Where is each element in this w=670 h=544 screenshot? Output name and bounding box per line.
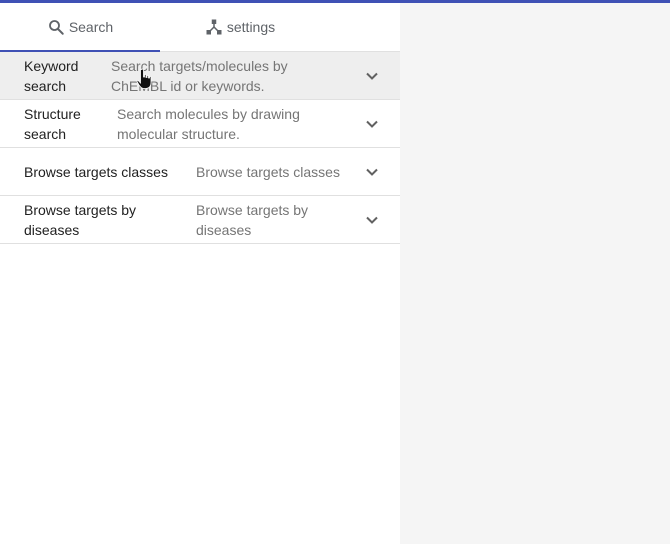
tab-settings[interactable]: settings: [160, 3, 320, 51]
tab-search[interactable]: Search: [0, 3, 160, 52]
row-description: Browse targets by diseases: [196, 201, 309, 238]
chevron-down-icon[interactable]: [364, 164, 380, 180]
row-description: Search molecules by drawing molecular st…: [117, 105, 300, 142]
tab-bar: Search settings: [0, 3, 400, 52]
search-panel: Search settings Keyword search Search ta…: [0, 3, 400, 544]
tab-settings-label: settings: [226, 19, 276, 35]
row-title: Browse targets classes: [24, 163, 168, 180]
browse-targets-by-diseases-row[interactable]: Browse targets by diseases Browse target…: [0, 196, 400, 244]
row-title: Keyword search: [24, 57, 79, 94]
chevron-down-icon[interactable]: [364, 212, 380, 228]
chevron-down-icon[interactable]: [364, 116, 380, 132]
search-options-list: Keyword search Search targets/molecules …: [0, 52, 400, 244]
row-description: Browse targets classes: [196, 163, 340, 180]
row-title: Browse targets by diseases: [24, 201, 137, 238]
row-title: Structure search: [24, 105, 81, 142]
structure-search-row[interactable]: Structure search Search molecules by dra…: [0, 100, 400, 148]
chevron-down-icon[interactable]: [364, 68, 380, 84]
tab-search-label: Search: [68, 19, 114, 35]
keyword-search-row[interactable]: Keyword search Search targets/molecules …: [0, 52, 400, 100]
settings-network-icon: [205, 18, 223, 36]
browse-targets-classes-row[interactable]: Browse targets classes Browse targets cl…: [0, 148, 400, 196]
row-description: Search targets/molecules by ChEMBL id or…: [111, 57, 288, 94]
search-icon: [47, 18, 65, 36]
content-area: [400, 3, 670, 544]
